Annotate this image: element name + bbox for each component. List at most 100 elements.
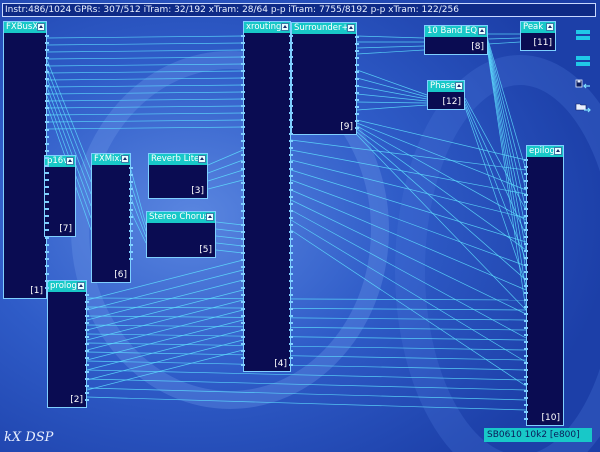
port-pin[interactable] [241,273,245,275]
port-pin[interactable] [45,35,49,37]
collapse-arrow-icon[interactable] [121,155,129,163]
port-pin[interactable] [129,188,133,190]
port-pin[interactable] [524,355,528,357]
port-pin[interactable] [241,329,245,331]
collapse-arrow-icon[interactable] [455,82,463,90]
port-pin[interactable] [241,308,245,310]
collapse-arrow-icon[interactable] [206,213,214,221]
port-pin[interactable] [289,364,293,366]
port-pin[interactable] [289,343,293,345]
port-pin[interactable] [45,143,49,145]
port-pin[interactable] [85,322,89,324]
port-pin[interactable] [289,280,293,282]
port-pin[interactable] [289,133,293,135]
port-pin[interactable] [524,348,528,350]
port-pin[interactable] [85,315,89,317]
port-pin[interactable] [85,378,89,380]
plugin-phase[interactable]: Phase [12] [427,80,465,110]
port-pin[interactable] [241,182,245,184]
port-pin[interactable] [355,120,359,122]
port-pin[interactable] [289,322,293,324]
port-pin[interactable] [45,186,49,189]
port-pin[interactable] [289,329,293,331]
port-pin[interactable] [524,306,528,308]
port-pin[interactable] [289,147,293,149]
port-pin[interactable] [355,57,359,59]
port-pin[interactable] [241,98,245,100]
port-pin[interactable] [241,154,245,156]
port-pin[interactable] [241,70,245,72]
port-pin[interactable] [241,364,245,366]
menu-icon[interactable] [576,36,590,40]
port-pin[interactable] [241,245,245,247]
port-pin[interactable] [241,294,245,296]
port-pin[interactable] [129,195,133,197]
port-pin[interactable] [241,175,245,177]
port-pin[interactable] [45,243,49,246]
port-pin[interactable] [289,231,293,233]
port-pin[interactable] [241,168,245,170]
port-pin[interactable] [289,98,293,100]
port-pin[interactable] [355,113,359,115]
port-pin[interactable] [85,336,89,338]
port-pin[interactable] [524,180,528,182]
port-pin[interactable] [524,236,528,238]
port-pin[interactable] [129,216,133,218]
port-pin[interactable] [289,182,293,184]
port-pin[interactable] [85,350,89,352]
port-pin[interactable] [289,308,293,310]
port-pin[interactable] [45,272,49,275]
port-pin[interactable] [85,329,89,331]
port-pin[interactable] [289,301,293,303]
port-pin[interactable] [45,287,49,289]
port-pin[interactable] [45,85,49,88]
port-pin[interactable] [45,157,49,160]
port-pin[interactable] [241,259,245,261]
port-pin[interactable] [289,56,293,58]
port-pin[interactable] [289,35,293,37]
port-pin[interactable] [241,343,245,345]
port-pin[interactable] [241,119,245,121]
port-pin[interactable] [241,63,245,65]
port-pin[interactable] [524,334,528,336]
port-pin[interactable] [241,196,245,198]
collapse-arrow-icon[interactable] [37,23,45,31]
port-pin[interactable] [129,209,133,211]
port-pin[interactable] [241,336,245,338]
port-pin[interactable] [289,217,293,219]
port-pin[interactable] [289,154,293,156]
port-pin[interactable] [289,161,293,163]
port-pin[interactable] [241,357,245,359]
port-pin[interactable] [241,35,245,37]
port-pin[interactable] [85,343,89,345]
port-pin[interactable] [129,251,133,253]
port-pin[interactable] [45,200,49,203]
port-pin[interactable] [129,258,133,260]
port-pin[interactable] [289,168,293,170]
port-pin[interactable] [289,63,293,65]
port-pin[interactable] [524,194,528,196]
port-pin[interactable] [45,107,49,109]
port-pin[interactable] [241,280,245,282]
port-pin[interactable] [85,392,89,394]
load-icon[interactable] [575,101,591,113]
port-pin[interactable] [85,357,89,359]
port-pin[interactable] [524,327,528,329]
port-pin[interactable] [241,210,245,212]
port-pin[interactable] [524,362,528,364]
plugin-p16v[interactable]: p16v [7] [44,155,76,237]
port-pin[interactable] [45,71,49,73]
collapse-arrow-icon[interactable] [546,23,554,31]
port-pin[interactable] [241,217,245,219]
port-pin[interactable] [289,294,293,296]
port-pin[interactable] [45,99,49,102]
port-pin[interactable] [289,252,293,254]
port-pin[interactable] [129,223,133,225]
port-pin[interactable] [524,243,528,245]
port-pin[interactable] [289,70,293,72]
port-pin[interactable] [129,174,133,176]
port-pin[interactable] [355,36,359,38]
collapse-arrow-icon[interactable] [66,157,74,165]
port-pin[interactable] [241,84,245,86]
port-pin[interactable] [289,336,293,338]
